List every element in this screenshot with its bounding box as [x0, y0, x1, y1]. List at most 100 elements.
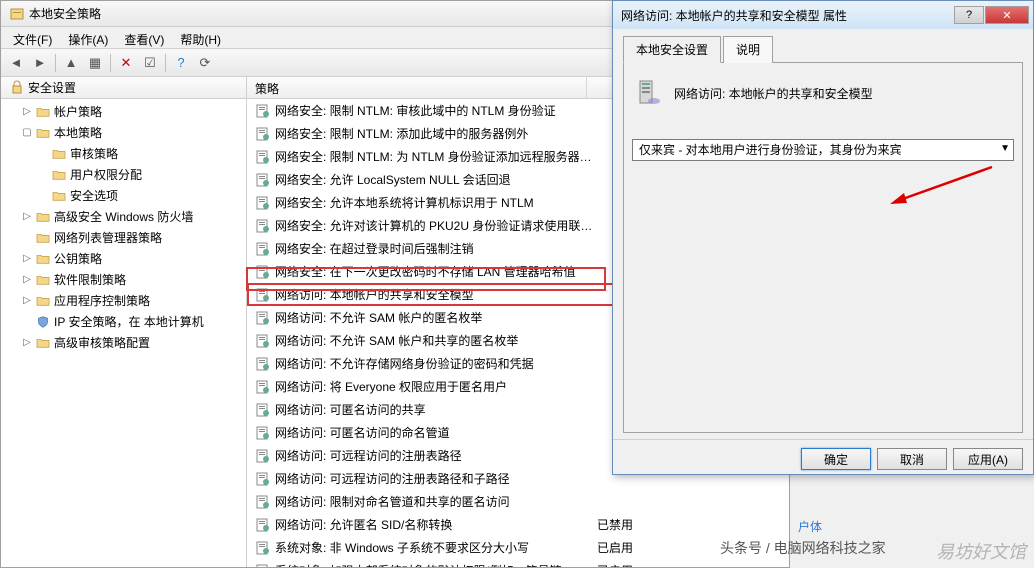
- policy-text: 网络访问: 可匿名访问的命名管道: [275, 424, 450, 441]
- policy-text: 网络访问: 不允许 SAM 帐户的匿名枚举: [275, 309, 482, 326]
- folder-icon: [51, 146, 67, 162]
- tree-label: IP 安全策略，在 本地计算机: [54, 313, 204, 330]
- policy-icon: [255, 218, 271, 234]
- tree-node[interactable]: ▷公钥策略: [1, 248, 246, 269]
- policy-text: 网络访问: 限制对命名管道和共享的匿名访问: [275, 493, 510, 510]
- policy-icon: [255, 310, 271, 326]
- properties-button[interactable]: ☑: [139, 52, 161, 74]
- security-model-dropdown[interactable]: 仅来宾 - 对本地用户进行身份验证，其身份为来宾: [632, 139, 1014, 161]
- policy-text: 网络安全: 限制 NTLM: 审核此域中的 NTLM 身份验证: [275, 102, 556, 119]
- tree: ▷ 帐户策略 ▢ 本地策略审核策略用户权限分配安全选项 ▷ 高级安全 Windows 防火…: [1, 99, 246, 355]
- policy-text: 系统对象: 加强内部系统对象的默认权限(例如，符号链…: [275, 562, 574, 567]
- policy-icon: [255, 103, 271, 119]
- tree-toggle-icon[interactable]: ▷: [21, 274, 33, 286]
- close-dialog-button[interactable]: ✕: [985, 6, 1029, 24]
- policy-row[interactable]: 网络访问: 允许匿名 SID/名称转换已禁用: [247, 513, 789, 536]
- tree-node[interactable]: ▷应用程序控制策略: [1, 290, 246, 311]
- tree-node[interactable]: ▷ 高级审核策略配置: [1, 332, 246, 353]
- up-button[interactable]: ▲: [60, 52, 82, 74]
- policy-row[interactable]: 系统对象: 非 Windows 子系统不要求区分大小写已启用: [247, 536, 789, 559]
- policy-text: 网络访问: 不允许 SAM 帐户和共享的匿名枚举: [275, 332, 518, 349]
- tree-toggle-icon[interactable]: [21, 316, 33, 328]
- tree-node[interactable]: 用户权限分配: [1, 164, 246, 185]
- tree-toggle-icon[interactable]: [37, 169, 49, 181]
- tree-label: 高级审核策略配置: [54, 334, 150, 351]
- tab-explain[interactable]: 说明: [723, 36, 773, 63]
- tab-local-security[interactable]: 本地安全设置: [623, 36, 721, 63]
- policy-icon: [255, 471, 271, 487]
- folder-icon: [35, 230, 51, 246]
- policy-icon: [255, 172, 271, 188]
- policy-name-label: 网络访问: 本地帐户的共享和安全模型: [674, 85, 873, 102]
- policy-icon: [255, 448, 271, 464]
- app-icon: [9, 6, 25, 22]
- tree-label: 安全选项: [70, 187, 118, 204]
- policy-text: 网络安全: 允许本地系统将计算机标识用于 NTLM: [275, 194, 534, 211]
- folder-icon: [35, 335, 51, 351]
- tree-toggle-icon[interactable]: [37, 190, 49, 202]
- col-policy[interactable]: 策略: [247, 77, 587, 98]
- security-icon: [9, 80, 25, 96]
- back-button[interactable]: ◄: [5, 52, 27, 74]
- tree-toggle-icon[interactable]: ▷: [21, 295, 33, 307]
- tree-node[interactable]: ▷软件限制策略: [1, 269, 246, 290]
- refresh-button[interactable]: ⟳: [194, 52, 216, 74]
- tab-content: 网络访问: 本地帐户的共享和安全模型 仅来宾 - 对本地用户进行身份验证，其身份…: [623, 63, 1023, 433]
- policy-icon: [255, 333, 271, 349]
- policy-row[interactable]: 系统对象: 加强内部系统对象的默认权限(例如，符号链…已启用: [247, 559, 789, 567]
- tree-node[interactable]: ▷ 帐户策略: [1, 101, 246, 122]
- tree-toggle-icon[interactable]: ▷: [21, 106, 33, 118]
- tree-node[interactable]: ▢ 本地策略: [1, 122, 246, 143]
- cancel-button[interactable]: 取消: [877, 448, 947, 470]
- tree-toggle-icon[interactable]: ▢: [21, 127, 33, 139]
- tree-label: 用户权限分配: [70, 166, 142, 183]
- tree-node[interactable]: 审核策略: [1, 143, 246, 164]
- tree-node[interactable]: 网络列表管理器策略: [1, 227, 246, 248]
- delete-button[interactable]: ✕: [115, 52, 137, 74]
- tree-node[interactable]: ▷ 高级安全 Windows 防火墙: [1, 206, 246, 227]
- stray-text: 户体: [798, 518, 822, 535]
- policy-icon: [255, 563, 271, 568]
- policy-row[interactable]: 网络访问: 限制对命名管道和共享的匿名访问: [247, 490, 789, 513]
- tree-toggle-icon[interactable]: ▷: [21, 211, 33, 223]
- folder-icon: [51, 167, 67, 183]
- menu-file[interactable]: 文件(F): [5, 29, 60, 46]
- policy-text: 网络安全: 在超过登录时间后强制注销: [275, 240, 474, 257]
- policy-text: 网络访问: 可远程访问的注册表路径和子路径: [275, 470, 510, 487]
- shield-icon: [35, 314, 51, 330]
- policy-icon: [255, 540, 271, 556]
- tree-node[interactable]: IP 安全策略，在 本地计算机: [1, 311, 246, 332]
- tree-label: 高级安全 Windows 防火墙: [54, 208, 193, 225]
- arrow-annotation: [882, 159, 1002, 209]
- ok-button[interactable]: 确定: [801, 448, 871, 470]
- help-dialog-button[interactable]: ?: [954, 6, 984, 24]
- window-title: 本地安全策略: [29, 5, 101, 22]
- menu-action[interactable]: 操作(A): [60, 29, 116, 46]
- tree-node[interactable]: 安全选项: [1, 185, 246, 206]
- watermark: 易坊好文馆: [936, 538, 1026, 564]
- tree-toggle-icon[interactable]: ▷: [21, 337, 33, 349]
- policy-text: 网络安全: 限制 NTLM: 为 NTLM 身份验证添加远程服务器…: [275, 148, 592, 165]
- policy-text: 系统对象: 非 Windows 子系统不要求区分大小写: [275, 539, 529, 556]
- policy-icon: [255, 379, 271, 395]
- tree-label: 帐户策略: [54, 103, 102, 120]
- tabs: 本地安全设置 说明: [623, 35, 1023, 63]
- show-hide-button[interactable]: ▦: [84, 52, 106, 74]
- policy-text: 网络访问: 不允许存储网络身份验证的密码和凭据: [275, 355, 534, 372]
- policy-icon: [255, 494, 271, 510]
- policy-icon: [255, 402, 271, 418]
- menu-view[interactable]: 查看(V): [116, 29, 172, 46]
- folder-icon: [51, 188, 67, 204]
- help-button[interactable]: ?: [170, 52, 192, 74]
- forward-button[interactable]: ►: [29, 52, 51, 74]
- tree-panel: 安全设置 ▷帐户策略▢本地策略审核策略用户权限分配安全选项▷高级安全 Windo…: [1, 77, 247, 567]
- folder-icon: [35, 251, 51, 267]
- dialog-titlebar[interactable]: 网络访问: 本地帐户的共享和安全模型 属性 ? ✕: [613, 1, 1033, 29]
- tree-label: 本地策略: [54, 124, 102, 141]
- tree-toggle-icon[interactable]: ▷: [21, 253, 33, 265]
- tree-toggle-icon[interactable]: [21, 232, 33, 244]
- apply-button[interactable]: 应用(A): [953, 448, 1023, 470]
- tree-toggle-icon[interactable]: [37, 148, 49, 160]
- folder-icon: [35, 293, 51, 309]
- menu-help[interactable]: 帮助(H): [172, 29, 229, 46]
